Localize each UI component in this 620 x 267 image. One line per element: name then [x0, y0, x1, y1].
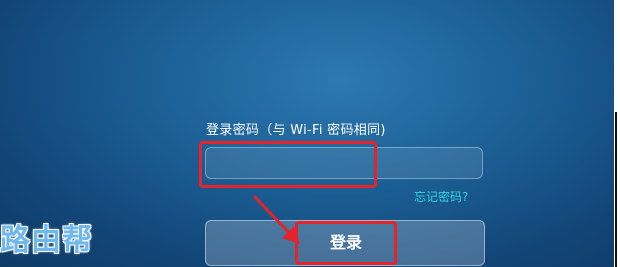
watermark-logo: 路由帮	[0, 223, 93, 258]
forgot-password-link[interactable]: 忘记密码?	[414, 188, 468, 205]
password-label: 登录密码（与 Wi-Fi 密码相同)	[206, 123, 386, 138]
right-edge-strip	[614, 0, 620, 267]
login-button-highlight	[295, 221, 397, 265]
password-input-highlight	[199, 141, 377, 188]
edge-divider	[615, 112, 617, 267]
annotation-arrow-icon	[252, 194, 300, 244]
